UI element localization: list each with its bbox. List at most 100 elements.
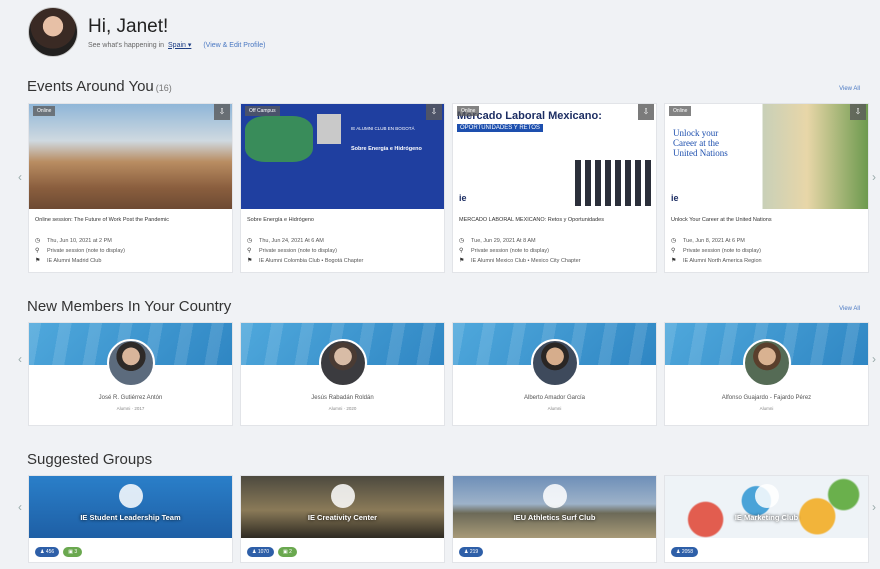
events-view-all-link[interactable]: View All	[839, 86, 860, 92]
event-privacy: Private session (note to display)	[471, 247, 549, 254]
location-label: Spain	[168, 41, 186, 49]
user-avatar[interactable]	[28, 7, 78, 57]
event-card[interactable]: Online ⇩ Online session: The Future of W…	[28, 103, 233, 273]
members-next-arrow[interactable]: ›	[872, 352, 876, 366]
event-image-line: Unlock your	[673, 128, 719, 138]
event-image-headline: Unlock your Career at the United Nations	[673, 128, 728, 158]
group-logo-icon	[754, 484, 779, 508]
event-image: Unlock your Career at the United Nations…	[665, 104, 868, 209]
events-section-title: Events Around You (16)	[27, 78, 172, 95]
groups-next-arrow[interactable]: ›	[872, 500, 876, 514]
group-image: IE Marketing Club	[665, 476, 868, 538]
share-icon[interactable]: ⇩	[426, 104, 442, 120]
view-profile-link[interactable]: (View & Edit Profile)	[203, 42, 265, 49]
location-prefix: See what's happening in	[88, 41, 165, 49]
member-name[interactable]: Alberto Amador García	[453, 395, 656, 401]
share-icon[interactable]: ⇩	[638, 104, 654, 120]
member-card[interactable]: Alfonso Guajardo - Fajardo Pérez Alumni	[664, 322, 869, 426]
event-card[interactable]: IE ALUMNI CLUB EN BOGOTÁ Sobre Energía e…	[240, 103, 445, 273]
event-title: MERCADO LABORAL MEXICANO: Retos y Oportu…	[459, 217, 604, 223]
events-carousel: Online ⇩ Online session: The Future of W…	[28, 103, 869, 273]
location-line: See what's happening in Spain ▾ (View & …	[88, 41, 265, 49]
members-count-badge: ♟ 219	[459, 547, 484, 557]
group-logo-icon	[118, 484, 143, 508]
members-count-badge: ♟ 1070	[247, 547, 274, 557]
member-avatar[interactable]	[743, 339, 791, 387]
event-badge: Online	[669, 106, 692, 116]
members-prev-arrow[interactable]: ‹	[18, 352, 22, 366]
share-icon[interactable]: ⇩	[850, 104, 866, 120]
event-card[interactable]: Unlock your Career at the United Nations…	[664, 103, 869, 273]
event-date-row: ◷ Thu, Jun 24, 2021 At 6 AM	[247, 237, 438, 245]
member-card[interactable]: José R. Gutiérrez Antón Alumni · 2017	[28, 322, 233, 426]
events-prev-arrow[interactable]: ‹	[18, 170, 22, 184]
event-club-row: ⚑ IE Alumni North America Region	[671, 257, 862, 265]
members-view-all-link[interactable]: View All	[839, 306, 860, 312]
group-image: IE Creativity Center	[241, 476, 444, 538]
group-logo-icon	[542, 484, 567, 508]
group-card[interactable]: IE Marketing Club ♟ 2058	[664, 475, 869, 563]
event-privacy: Private session (note to display)	[47, 247, 125, 254]
event-privacy-row: ⚲ Private session (note to display)	[459, 247, 650, 255]
group-icon: ⚑	[459, 258, 465, 264]
event-image-headline: Sobre Energía e Hidrógeno	[351, 146, 422, 152]
greeting: Hi, Janet!	[88, 15, 169, 37]
ie-logo-icon: ie	[459, 193, 467, 203]
event-club: IE Alumni North America Region	[683, 257, 762, 264]
member-card[interactable]: Alberto Amador García Alumni	[452, 322, 657, 426]
event-image-caption: IE ALUMNI CLUB EN BOGOTÁ	[351, 126, 415, 131]
members-count-badge: ♟ 456	[35, 547, 60, 557]
events-title: Events Around You	[27, 78, 154, 95]
location-pin-icon: ⚲	[671, 248, 676, 254]
clock-icon: ◷	[671, 238, 677, 244]
event-club: IE Alumni Colombia Club • Bogotá Chapter	[259, 257, 364, 264]
events-next-arrow[interactable]: ›	[872, 170, 876, 184]
groups-prev-arrow[interactable]: ‹	[18, 500, 22, 514]
member-avatar[interactable]	[319, 339, 367, 387]
member-name[interactable]: José R. Gutiérrez Antón	[29, 395, 232, 401]
group-card[interactable]: IE Student Leadership Team ♟ 456 ▣ 3	[28, 475, 233, 563]
event-date: Tue, Jun 29, 2021 At 8 AM	[471, 237, 536, 244]
activity-count: 3	[74, 549, 78, 555]
event-image-caption: OPORTUNIDADES Y RETOS	[457, 124, 543, 132]
event-image-line: Career at the	[673, 138, 719, 148]
member-avatar[interactable]	[531, 339, 579, 387]
event-title: Unlock Your Career at the United Nations	[671, 217, 772, 223]
event-title: Online session: The Future of Work Post …	[35, 217, 170, 223]
event-image: Online ⇩	[29, 104, 232, 209]
group-name: IEU Athletics Surf Club	[513, 512, 596, 522]
event-privacy: Private session (note to display)	[259, 247, 337, 254]
members-carousel: José R. Gutiérrez Antón Alumni · 2017 Je…	[28, 322, 869, 426]
event-card[interactable]: Mercado Laboral Mexicano: OPORTUNIDADES …	[452, 103, 657, 273]
share-icon[interactable]: ⇩	[214, 104, 230, 120]
member-avatar[interactable]	[107, 339, 155, 387]
group-image: IEU Athletics Surf Club	[453, 476, 656, 538]
events-count: (16)	[155, 83, 172, 93]
group-card[interactable]: IEU Athletics Surf Club ♟ 219	[452, 475, 657, 563]
event-club: IE Alumni Mexico Club • Mexico City Chap…	[471, 257, 581, 264]
welcome-header: Hi, Janet! See what's happening in Spain…	[28, 6, 265, 58]
event-date: Thu, Jun 10, 2021 at 2 PM	[47, 237, 112, 244]
people-illustration	[575, 160, 653, 206]
clock-icon: ◷	[247, 238, 253, 244]
member-name[interactable]: Jesús Rabadán Roldán	[241, 395, 444, 401]
member-card[interactable]: Jesús Rabadán Roldán Alumni · 2020	[240, 322, 445, 426]
event-club: IE Alumni Madrid Club	[47, 257, 102, 264]
clock-icon: ◷	[35, 238, 41, 244]
group-icon: ⚑	[671, 258, 677, 264]
member-subtitle: Alumni · 2020	[328, 406, 357, 411]
groups-section-title: Suggested Groups	[27, 451, 153, 468]
event-club-row: ⚑ IE Alumni Madrid Club	[35, 257, 226, 265]
group-name: IE Student Leadership Team	[80, 512, 181, 522]
event-image: Mercado Laboral Mexicano: OPORTUNIDADES …	[453, 104, 656, 209]
group-logo-icon	[330, 484, 355, 508]
event-date-row: ◷ Tue, Jun 8, 2021 At 6 PM	[671, 237, 862, 245]
group-card[interactable]: IE Creativity Center ♟ 1070 ▣ 2	[240, 475, 445, 563]
member-name[interactable]: Alfonso Guajardo - Fajardo Pérez	[665, 395, 868, 401]
members-count: 219	[469, 549, 479, 555]
members-count: 1070	[257, 549, 269, 555]
location-selector[interactable]: Spain ▾	[168, 42, 191, 49]
event-badge: Off Campus	[245, 106, 280, 116]
event-badge: Online	[33, 106, 56, 116]
event-image-line: United Nations	[673, 148, 728, 158]
